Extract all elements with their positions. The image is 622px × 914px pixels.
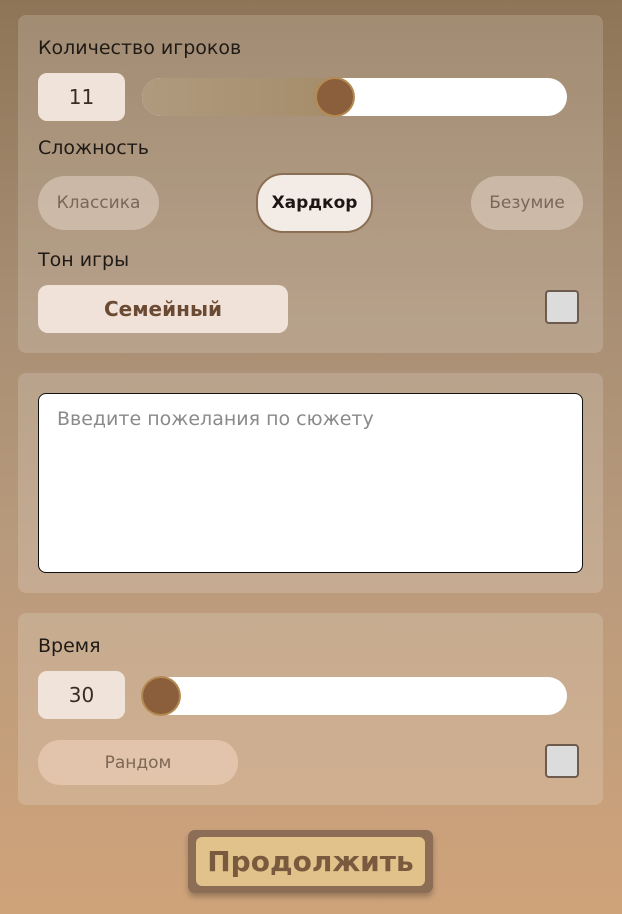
time-slider[interactable]	[142, 677, 567, 715]
difficulty-label: Сложность	[38, 137, 149, 159]
time-value: 30	[38, 671, 125, 719]
plot-card	[18, 373, 603, 593]
tone-checkbox[interactable]	[545, 290, 579, 324]
game-settings-card: Количество игроков 11 Сложность Классика…	[18, 15, 603, 353]
difficulty-option-hardcore[interactable]: Хардкор	[256, 173, 373, 233]
tone-label: Тон игры	[38, 249, 130, 271]
continue-button[interactable]: Продолжить	[188, 830, 433, 893]
random-button[interactable]: Рандом	[38, 740, 238, 785]
players-slider-thumb[interactable]	[317, 79, 353, 115]
time-checkbox[interactable]	[545, 744, 579, 778]
tone-button[interactable]: Семейный	[38, 285, 288, 333]
time-slider-thumb[interactable]	[143, 678, 179, 714]
players-slider[interactable]	[142, 78, 567, 116]
players-slider-fill	[142, 78, 338, 116]
time-card: Время 30 Рандом	[18, 613, 603, 805]
time-label: Время	[38, 635, 101, 657]
continue-button-label: Продолжить	[196, 837, 425, 886]
players-label: Количество игроков	[38, 37, 242, 59]
players-value: 11	[38, 73, 125, 121]
difficulty-option-madness[interactable]: Безумие	[471, 176, 583, 230]
difficulty-option-classic[interactable]: Классика	[38, 176, 159, 230]
plot-wishes-input[interactable]	[38, 393, 583, 573]
